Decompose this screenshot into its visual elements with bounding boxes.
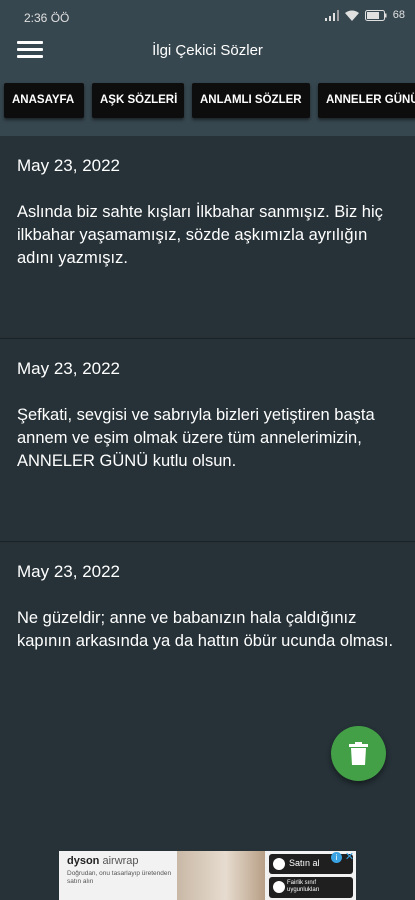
list-item[interactable]: May 23, 2022 Ne güzeldir; anne ve babanı…: [0, 542, 415, 745]
ad-brand-name: dyson: [67, 855, 100, 867]
tab-anneler-gunu[interactable]: ANNELER GÜNÜ: [318, 83, 415, 118]
entry-text: Ne güzeldir; anne ve babanızın hala çald…: [17, 609, 394, 650]
list-item[interactable]: May 23, 2022 Şefkati, sevgisi ve sabrıyl…: [0, 339, 415, 542]
battery-icon: [364, 9, 387, 21]
delete-fab-button[interactable]: [331, 726, 386, 781]
wifi-icon: [344, 10, 359, 21]
status-time: 2:36 ÖÖ: [24, 11, 70, 25]
status-icons: 68: [324, 9, 405, 21]
battery-level: 68: [392, 9, 405, 21]
tab-anlamli-sozler[interactable]: ANLAMLI SÖZLER: [192, 83, 310, 118]
ad-info-icon[interactable]: i: [331, 852, 342, 863]
signal-icon: [324, 9, 339, 21]
entry-text: Aslında biz sahte kışları İlkbahar sanmı…: [17, 203, 383, 267]
tab-anasayfa[interactable]: ANASAYFA: [4, 83, 84, 118]
ad-close-icon[interactable]: ✕: [344, 851, 355, 863]
ad-brand-product: airwrap: [102, 855, 139, 867]
ad-secondary-dot: [273, 881, 285, 893]
category-tab-strip[interactable]: ANASAYFA AŞK SÖZLERİ ANLAMLI SÖZLER ANNE…: [0, 66, 415, 136]
ad-secondary-label: Fairlik sınıf uygunlukları: [287, 880, 320, 893]
entry-date: May 23, 2022: [17, 156, 121, 175]
app-bar: İlgi Çekici Sözler: [0, 34, 415, 66]
entry-date: May 23, 2022: [17, 562, 121, 581]
entry-text: Şefkati, sevgisi ve sabrıyla bizleri yet…: [17, 406, 375, 470]
entry-date: May 23, 2022: [17, 359, 121, 378]
tab-ask-sozleri[interactable]: AŞK SÖZLERİ: [92, 83, 184, 118]
page-title: İlgi Çekici Sözler: [152, 42, 263, 59]
status-bar: 2:36 ÖÖ 68: [0, 0, 415, 34]
ad-cta-dot: [273, 858, 285, 870]
ad-description: Doğrudan, onu tasarlayıp üretenden satın…: [67, 870, 172, 885]
ad-banner[interactable]: dyson airwrap Doğrudan, onu tasarlayıp ü…: [59, 851, 356, 900]
ad-secondary-button[interactable]: Fairlik sınıf uygunlukları: [269, 877, 353, 898]
trash-icon: [349, 742, 368, 765]
list-item[interactable]: May 23, 2022 Aslında biz sahte kışları İ…: [0, 136, 415, 339]
ad-brand: dyson airwrap: [67, 855, 139, 867]
ad-cta-label: Satın al: [289, 858, 320, 868]
ad-image: [177, 851, 265, 900]
